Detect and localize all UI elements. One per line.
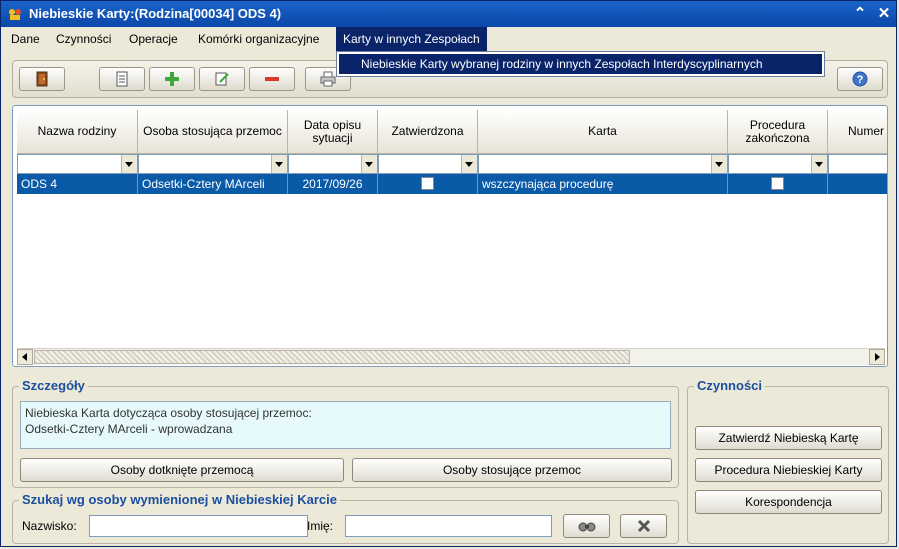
delete-minus-icon <box>265 77 279 81</box>
window-title: Niebieskie Karty:(Rodzina[00034] ODS 4) <box>29 6 282 21</box>
arrow-left-icon <box>22 353 27 361</box>
delete-button[interactable] <box>249 67 295 91</box>
details-text: Niebieska Karta dotycząca osoby stosując… <box>20 401 671 449</box>
add-plus-icon <box>165 72 179 86</box>
app-window: Niebieskie Karty:(Rodzina[00034] ODS 4) … <box>0 0 897 547</box>
app-icon <box>9 9 21 20</box>
column-header-nazwa-rodziny[interactable]: Nazwa rodziny <box>17 110 138 154</box>
filter-osoba[interactable] <box>138 154 288 174</box>
chevron-down-icon[interactable] <box>811 155 827 173</box>
chevron-down-icon[interactable] <box>361 155 377 173</box>
menu-karty-w-innych-zespolach[interactable]: Karty w innych Zespołach <box>336 27 487 51</box>
surname-input[interactable] <box>89 515 308 537</box>
filter-data[interactable] <box>288 154 378 174</box>
details-text-line1: Niebieska Karta dotycząca osoby stosując… <box>25 406 312 420</box>
cell-osoba[interactable]: Odsetki-Cztery MArceli <box>138 174 288 194</box>
table-row[interactable]: ODS 4 Odsetki-Cztery MArceli 2017/09/26 … <box>17 174 887 194</box>
column-header-zatwierdzona[interactable]: Zatwierdzona <box>378 110 478 154</box>
binoculars-icon <box>578 522 595 532</box>
column-header-karta[interactable]: Karta <box>478 110 728 154</box>
clear-button[interactable] <box>620 514 667 538</box>
osoby-dotkniete-button[interactable]: Osoby dotknięte przemocą <box>20 458 344 482</box>
scroll-left-button[interactable] <box>17 349 33 365</box>
exit-button[interactable] <box>19 67 65 91</box>
cards-grid: Nazwa rodziny Osoba stosująca przemoc Da… <box>12 105 888 367</box>
cell-procedura[interactable] <box>728 174 828 194</box>
horizontal-scrollbar[interactable] <box>17 348 885 365</box>
column-header-data[interactable]: Data opisu sytuacji <box>288 110 378 154</box>
close-icon[interactable]: ✕ <box>875 5 893 23</box>
filter-numer[interactable] <box>828 154 887 174</box>
details-group: Szczegóły Niebieska Karta dotycząca osob… <box>12 378 679 488</box>
name-input[interactable] <box>345 515 552 537</box>
name-label: Imię: <box>307 519 334 533</box>
minimize-icon[interactable]: ⌃ <box>851 5 869 23</box>
title-bar: Niebieskie Karty:(Rodzina[00034] ODS 4) … <box>1 1 896 27</box>
scroll-right-button[interactable] <box>869 349 885 365</box>
add-button[interactable] <box>149 67 195 91</box>
cell-karta[interactable]: wszczynająca procedurę <box>478 174 728 194</box>
edit-button[interactable] <box>199 67 245 91</box>
chevron-down-icon[interactable] <box>461 155 477 173</box>
actions-title: Czynności <box>694 378 766 393</box>
menu-dane[interactable]: Dane <box>7 30 44 48</box>
filter-nazwa-rodziny[interactable] <box>17 154 138 174</box>
menu-operacje[interactable]: Operacje <box>125 30 182 48</box>
filter-zatwierdzona[interactable] <box>378 154 478 174</box>
osoby-stosujace-button[interactable]: Osoby stosujące przemoc <box>352 458 672 482</box>
cell-numer[interactable] <box>828 174 887 194</box>
checkbox-procedura[interactable] <box>771 177 784 190</box>
cell-zatwierdzona[interactable] <box>378 174 478 194</box>
menu-bar: Dane Czynności Operacje Komórki organiza… <box>1 27 896 51</box>
filter-procedura[interactable] <box>728 154 828 174</box>
edit-document-icon <box>215 72 229 86</box>
exit-door-icon <box>36 71 48 87</box>
print-icon <box>320 71 336 87</box>
checkbox-zatwierdzona[interactable] <box>421 177 434 190</box>
surname-label: Nazwisko: <box>22 519 77 533</box>
column-header-numer[interactable]: Numer <box>828 110 887 154</box>
chevron-down-icon[interactable] <box>121 155 137 173</box>
details-title: Szczegóły <box>19 378 88 393</box>
details-text-line2: Odsetki-Cztery MArceli - wprowadzana <box>25 422 233 436</box>
open-document-icon <box>116 71 128 87</box>
actions-group: Czynności Zatwierdź Niebieską Kartę Proc… <box>687 378 889 544</box>
chevron-down-icon[interactable] <box>271 155 287 173</box>
scroll-thumb[interactable] <box>34 350 630 364</box>
arrow-right-icon <box>875 353 880 361</box>
chevron-down-icon[interactable] <box>711 155 727 173</box>
cell-nazwa-rodziny[interactable]: ODS 4 <box>17 174 138 194</box>
column-header-osoba[interactable]: Osoba stosująca przemoc <box>138 110 288 154</box>
menu-komorki-organizacyjne[interactable]: Komórki organizacyjne <box>194 30 323 48</box>
filter-karta[interactable] <box>478 154 728 174</box>
procedure-button[interactable]: Procedura Niebieskiej Karty <box>695 458 882 482</box>
open-button[interactable] <box>99 67 145 91</box>
column-header-procedura[interactable]: Procedura zakończona <box>728 110 828 154</box>
cell-data[interactable]: 2017/09/26 <box>288 174 378 194</box>
menu-czynnosci[interactable]: Czynności <box>52 30 115 48</box>
approve-card-button[interactable]: Zatwierdź Niebieską Kartę <box>695 426 882 450</box>
help-button[interactable]: ? <box>837 67 883 91</box>
search-title: Szukaj wg osoby wymienionej w Niebieskie… <box>19 492 340 507</box>
svg-text:?: ? <box>857 74 864 86</box>
dropdown-item-karty-w-innych-zespolach[interactable]: Niebieskie Karty wybranej rodziny w inny… <box>339 54 822 74</box>
search-group: Szukaj wg osoby wymienionej w Niebieskie… <box>12 492 679 544</box>
dropdown-menu: Niebieskie Karty wybranej rodziny w inny… <box>336 51 825 77</box>
correspondence-button[interactable]: Korespondencja <box>695 490 882 514</box>
clear-x-icon <box>637 519 650 533</box>
search-button[interactable] <box>563 514 610 538</box>
help-icon: ? <box>852 71 868 87</box>
